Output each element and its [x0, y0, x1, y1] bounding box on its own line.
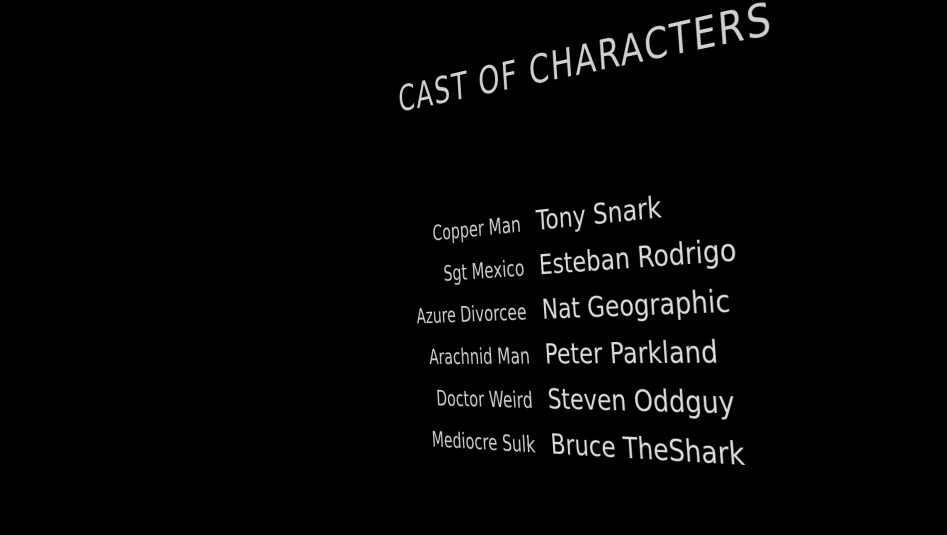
actor-name: Bruce TheShark — [549, 427, 747, 473]
role-name: Copper Man — [432, 210, 522, 246]
actor-name: Steven Oddguy — [546, 382, 736, 422]
role-name: Doctor Weird — [435, 385, 534, 414]
actor-name: Peter Parkland — [543, 333, 720, 371]
role-name: Sgt Mexico — [442, 254, 525, 287]
role-name: Azure Divorcee — [416, 298, 528, 329]
credits-block: CAST OF CHARACTERS Copper Man Tony Snark… — [387, 0, 880, 535]
role-name: Mediocre Sulk — [431, 426, 537, 459]
role-name: Arachnid Man — [428, 342, 531, 370]
credits-title: CAST OF CHARACTERS — [397, 0, 775, 121]
credits-screen: CAST OF CHARACTERS Copper Man Tony Snark… — [0, 0, 947, 532]
actor-name: Tony Snark — [535, 189, 663, 237]
